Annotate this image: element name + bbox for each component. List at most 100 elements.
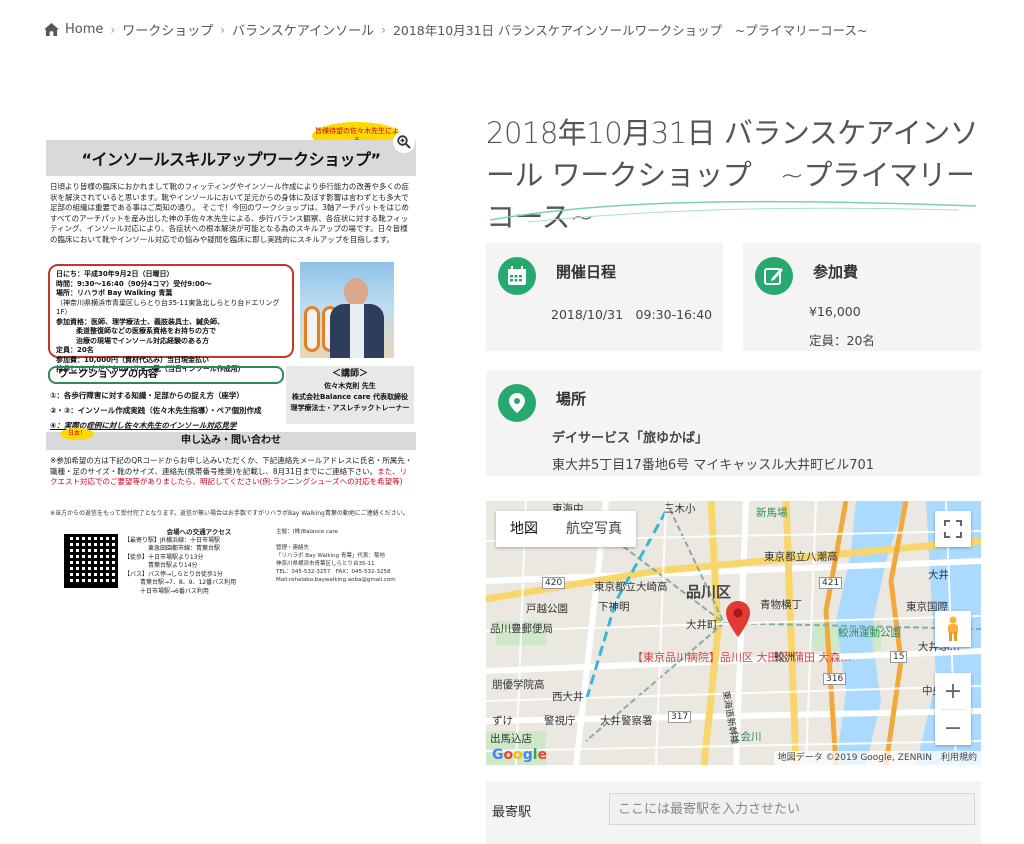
map-type-tabs: 地図 航空写真 (496, 511, 636, 547)
home-icon[interactable] (44, 23, 59, 36)
map-label: ずけ (492, 715, 513, 727)
breadcrumb-home-link[interactable]: Home (65, 22, 103, 37)
map-label: 警視庁 (544, 715, 576, 727)
map-label: 大井町 (686, 619, 718, 631)
fullscreen-icon (944, 520, 962, 538)
map-tab-satellite[interactable]: 航空写真 (552, 511, 636, 547)
fee-label: 参加費 (813, 263, 859, 281)
flyer-detail-line: 参加資格：医師、理学療法士、義肢装具士、鍼灸師、 (56, 317, 224, 326)
flyer-list-item: ①：各歩行障害に対する知識・足部からの捉え方（座学） (50, 391, 244, 400)
station-label: 最寄駅 (492, 805, 532, 820)
breadcrumb-separator: › (381, 22, 386, 37)
flyer-list: ①：各歩行障害に対する知識・足部からの捉え方（座学） ②・③：インソール作成実践… (50, 388, 290, 433)
map-label: 出馬込店 (490, 733, 532, 745)
map-label: 三木小 (664, 503, 696, 515)
flyer-detail-line: 参加費：10,000円（資材代込み）当日現金払い (56, 355, 210, 364)
title-underline-swoosh (489, 200, 977, 223)
map-label: 西大井 (552, 691, 584, 703)
map-label: 【東京品川病院】品川区 大田区 蒲田 大森… (632, 651, 852, 664)
flyer-intro: 日頃より皆様の臨床におかれまして靴のフィッティングやインソール作成により歩行能力… (50, 182, 409, 244)
map-label: 戸越公園 (526, 603, 568, 615)
flyer-access-line: 十日市場駅→6番バス利用 (140, 587, 209, 595)
map-label: 大井 (928, 569, 949, 581)
edit-icon (755, 257, 793, 295)
flyer-title: “インソールスキルアップワークショップ” (46, 140, 416, 176)
flyer-photo (300, 262, 394, 358)
map-label: 420 (542, 577, 566, 589)
flyer-contact-line: 神奈川県横浜市青葉区しらとり台35-11 (276, 561, 375, 567)
fullscreen-button[interactable] (935, 511, 971, 547)
map-label: 東京都立八潮高 (764, 551, 838, 563)
fee-value: ¥16,000 (809, 304, 861, 319)
flyer-detail-line: 日にち：平成30年9月2日（日曜日） (56, 270, 174, 278)
map-label: 421 (819, 577, 843, 589)
flyer-contact-line: 「リハラボ Bay Walking 青葉」代表：菊地 (276, 553, 385, 559)
flyer-apply-tag: 日本！ (60, 428, 94, 440)
breadcrumb-separator: › (110, 22, 116, 37)
flyer-detail-line: 柔道整復師などの医療系資格をお持ちの方で (76, 327, 216, 335)
flyer-section-title: ワークショップの内容 (48, 366, 284, 384)
flyer-detail-line: 時間：9:30～16:40（90分4コマ）受付9:00～ (56, 279, 212, 288)
flyer-access: 会場への交通アクセス 【最寄り駅】JR横浜線：十日市場駅 東急田園都市線：青葉台… (124, 528, 274, 596)
google-map[interactable]: 東海中 三木小 新馬場 東京都立八潮高 東京都立大崎高 品川区 420 421 … (486, 501, 981, 765)
flyer-access-title: 会場への交通アクセス (166, 528, 232, 536)
map-label: 大井警察署 (600, 715, 653, 727)
flyer-contact-line (276, 536, 416, 544)
breadcrumb: Home › ワークショップ › バランスケアインソール › 2018年10月3… (44, 20, 867, 39)
station-row: 最寄駅 (486, 781, 981, 844)
zoom-in-button[interactable]: + (935, 673, 971, 709)
flyer-detail-line: （神奈川県横浜市青葉区しらとり台35-11東急北しらとり台ドエリング1F） (56, 298, 280, 317)
flyer-details-box: 日にち：平成30年9月2日（日曜日） 時間：9:30～16:40（90分4コマ）… (48, 264, 294, 373)
flyer-contact-line: TEL：045-532-3257 FAX：045-532-3258 (276, 569, 391, 575)
map-label: 東京都立大崎高 (594, 581, 668, 593)
flyer-apply-body: ※参加希望の方は下記のQRコードからお申し込みいただくか、下記連絡先メールアドレ… (50, 456, 413, 476)
map-label: 316 (823, 673, 847, 685)
qr-code (64, 534, 118, 588)
breadcrumb-link-insole[interactable]: バランスケアインソール (232, 20, 374, 39)
date-value: 2018/10/31 09:30-16:40 (551, 307, 713, 322)
map-label: 新馬場 (756, 507, 788, 519)
flyer-detail-line: 場所：リハラボ Bay Walking 青葉 (56, 289, 173, 297)
map-label: 鮫洲 (774, 651, 795, 663)
date-card: 開催日程 2018/10/31 09:30-16:40 (486, 243, 723, 351)
location-pin-icon (498, 384, 536, 422)
map-label: 317 (668, 711, 692, 723)
breadcrumb-link-workshop[interactable]: ワークショップ (122, 20, 213, 39)
magnifier-plus-icon (397, 135, 411, 149)
place-label: 場所 (556, 390, 587, 408)
flyer-contact-line: 主催：(株)Balance care (276, 529, 338, 535)
street-view-button[interactable] (935, 611, 971, 647)
breadcrumb-separator: › (220, 22, 226, 37)
flyer-lecturer-line: 理学療法士・アスレチックトレーナー (290, 404, 410, 412)
map-marker-icon[interactable] (726, 601, 750, 637)
place-name: デイサービス「旅ゆかば」 (552, 431, 709, 446)
flyer-access-line: 青葉台駅より14分 (148, 562, 198, 569)
flyer-lecturer: ＜講師＞ 佐々木克則 先生 株式会社Balance care 代表取締役 理学療… (286, 366, 414, 424)
flyer-access-line: 東急田園都市線：青葉台駅 (148, 545, 221, 552)
flyer-detail-line: 治療の現場でインソール対応経験のある方 (76, 336, 209, 345)
flyer-access-line: 青葉台駅→7、8、9、12番バス利用 (140, 579, 237, 586)
map-tab-map[interactable]: 地図 (496, 511, 552, 547)
station-input[interactable] (609, 793, 975, 825)
map-label: 朋優学院高 (492, 679, 545, 691)
flyer-access-line: 【最寄り駅】JR横浜線：十日市場駅 (124, 536, 220, 544)
map-attribution[interactable]: 地図データ ©2019 Google, ZENRIN 利用規約 (773, 751, 981, 765)
flyer-lecturer-line: 佐々木克則 先生 (324, 382, 376, 390)
flyer-apply-title: 申し込み・問い合わせ (46, 432, 416, 450)
flyer-detail-line: 定員：20名 (56, 346, 94, 354)
zoom-image-button[interactable] (393, 131, 415, 153)
map-label: 鮫洲運動公園 (838, 627, 901, 639)
zoom-out-button[interactable]: − (935, 710, 971, 746)
fee-card: 参加費 ¥16,000 定員：20名 (743, 243, 981, 351)
capacity-value: 定員：20名 (809, 333, 875, 348)
map-label: 青物横丁 (760, 599, 802, 611)
zoom-controls: + − (935, 673, 971, 745)
map-label: 品川豊郵便局 (490, 623, 553, 635)
google-logo[interactable]: Google (492, 747, 547, 763)
flyer-contact-line: 管理・連絡先 (276, 545, 310, 551)
pegman-icon (948, 616, 958, 641)
event-flyer-image[interactable]: 皆様待望の佐々木先生による “インソールスキルアップワークショップ” 日頃より皆… (44, 122, 418, 602)
flyer-apply-text: ※参加希望の方は下記のQRコードからお申し込みいただくか、下記連絡先メールアドレ… (50, 456, 414, 488)
flyer-contact: 主催：(株)Balance care 管理・連絡先 「リハラボ Bay Walk… (276, 528, 416, 584)
map-label: 下神明 (598, 601, 630, 613)
